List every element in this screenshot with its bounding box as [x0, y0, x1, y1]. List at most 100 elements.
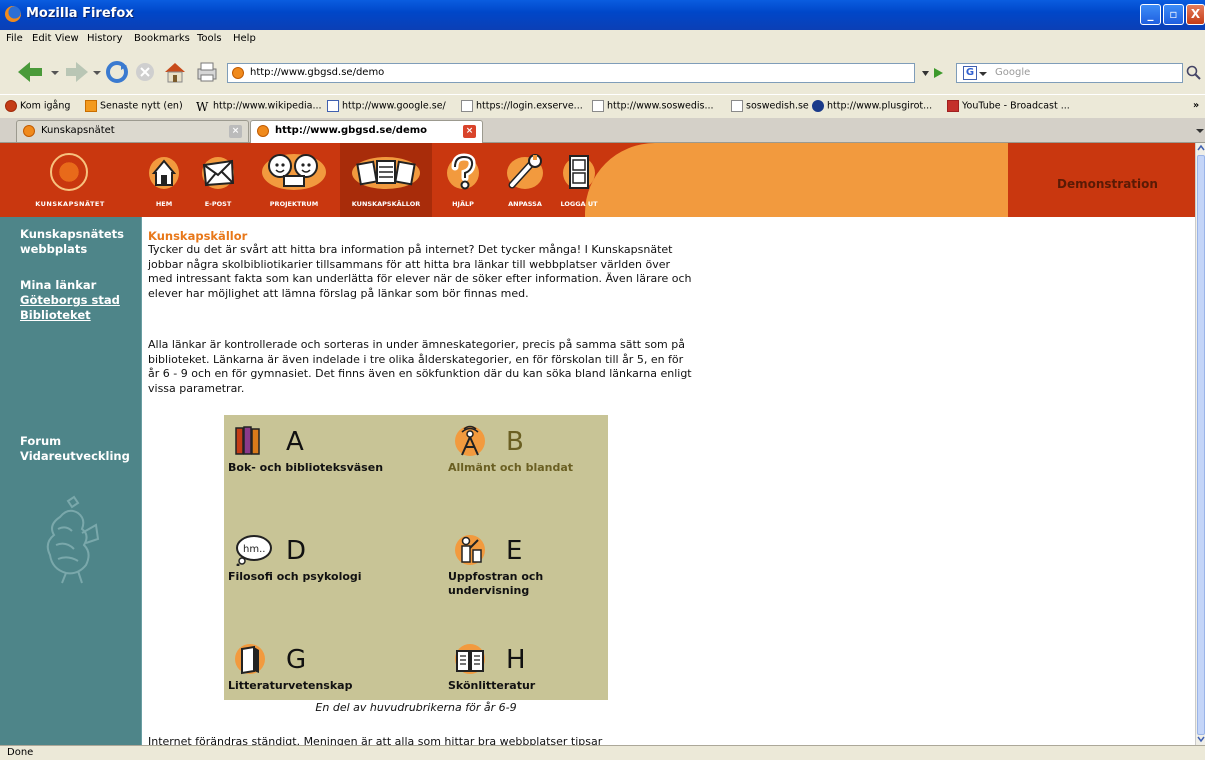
- link-goteborgs-stad[interactable]: Göteborgs stad: [20, 293, 120, 307]
- bookmark-item[interactable]: http://www.soswedis...: [592, 100, 714, 112]
- site-logo[interactable]: KUNSKAPSNÄTET: [24, 153, 116, 213]
- nav-anpassa[interactable]: ANPASSA: [502, 153, 548, 213]
- search-icon[interactable]: [1186, 65, 1202, 81]
- books-stack-icon: [352, 157, 420, 189]
- engine-dropdown-icon[interactable]: [979, 70, 987, 78]
- go-icon[interactable]: [932, 67, 944, 79]
- bookmark-item[interactable]: https://login.exserve...: [461, 100, 583, 112]
- menu-history[interactable]: History: [87, 33, 123, 44]
- tab-kunskapsnatet[interactable]: Kunskapsnätet ×: [16, 120, 249, 142]
- tab-favicon-icon: [257, 125, 269, 137]
- bookmark-item[interactable]: Senaste nytt (en): [85, 100, 183, 112]
- search-placeholder: Google: [995, 67, 1031, 78]
- nav-logga-ut[interactable]: LOGGA UT: [557, 153, 601, 213]
- category-letter: H: [506, 645, 526, 675]
- plusgirot-icon: [812, 100, 824, 112]
- bookmark-item[interactable]: http://www.plusgirot...: [812, 100, 932, 112]
- menu-edit[interactable]: Edit: [32, 33, 51, 44]
- bookmark-label: http://www.google.se/: [342, 100, 446, 112]
- url-dropdown-icon[interactable]: [921, 69, 930, 78]
- house-icon: [149, 157, 179, 189]
- antenna-icon: [455, 425, 485, 456]
- page-icon: [592, 100, 604, 112]
- nav-label: KUNSKAPSKÄLLOR: [351, 200, 421, 208]
- category-letter: A: [286, 427, 304, 457]
- google-engine-icon[interactable]: G: [963, 66, 977, 80]
- globe-icon: [50, 153, 88, 191]
- tab-list-icon[interactable]: [1196, 127, 1204, 135]
- book-open-icon: [235, 644, 265, 675]
- help-question-icon: [447, 153, 479, 190]
- search-box[interactable]: G Google: [956, 63, 1183, 83]
- bookmark-item[interactable]: http://www.google.se/: [327, 100, 446, 112]
- wikipedia-icon: W: [196, 100, 209, 114]
- people-icon: [262, 154, 326, 190]
- sidebar-forum[interactable]: Forum: [20, 434, 61, 449]
- status-bar: Done: [0, 745, 1205, 760]
- sidebar-site-link[interactable]: Kunskapsnätets webbplats: [20, 227, 135, 257]
- scroll-down-icon[interactable]: [1197, 735, 1205, 743]
- category-name: Bok- och biblioteksväsen: [228, 461, 384, 474]
- menu-help[interactable]: Help: [233, 33, 256, 44]
- window-titlebar: Mozilla Firefox _ ▫ X: [0, 0, 1205, 30]
- nav-hem[interactable]: HEM: [148, 153, 180, 213]
- closing-paragraph: Internet förändras ständigt. Meningen är…: [148, 735, 603, 745]
- forward-icon[interactable]: [64, 60, 90, 84]
- url-bar[interactable]: http://www.gbgsd.se/demo: [227, 63, 929, 83]
- envelope-icon: [202, 157, 235, 189]
- bookmarks-overflow-button[interactable]: »: [1193, 100, 1199, 111]
- menu-file[interactable]: File: [6, 33, 23, 44]
- forward-dropdown-icon[interactable]: [92, 60, 102, 84]
- stop-icon[interactable]: [134, 60, 156, 84]
- bookmark-item[interactable]: YouTube - Broadcast ...: [947, 100, 1070, 112]
- lion-emblem-icon: [46, 495, 100, 584]
- sidebar-link-library[interactable]: Biblioteket: [20, 308, 91, 323]
- vertical-scrollbar[interactable]: [1195, 143, 1205, 745]
- google-bookmark-icon: [327, 100, 339, 112]
- site-favicon-icon: [232, 67, 244, 79]
- link-biblioteket[interactable]: Biblioteket: [20, 308, 91, 322]
- reload-icon[interactable]: [105, 60, 129, 84]
- menu-bookmarks[interactable]: Bookmarks: [134, 33, 190, 44]
- bookmark-item[interactable]: Whttp://www.wikipedia...: [196, 100, 322, 114]
- scroll-up-icon[interactable]: [1197, 144, 1205, 152]
- print-icon[interactable]: [195, 60, 219, 84]
- close-button[interactable]: X: [1186, 4, 1205, 25]
- maximize-button[interactable]: ▫: [1163, 4, 1184, 25]
- scrollbar-thumb[interactable]: [1197, 155, 1205, 735]
- category-name: Uppfostran och undervisning: [448, 570, 544, 597]
- back-icon[interactable]: [14, 60, 44, 84]
- youtube-icon: [947, 100, 959, 112]
- nav-label: HJÄLP: [452, 200, 474, 208]
- tab-gbgsd-demo[interactable]: http://www.gbgsd.se/demo ×: [250, 120, 483, 143]
- nav-hjalp[interactable]: HJÄLP: [445, 153, 481, 213]
- sidebar: Kunskapsnätets webbplats Mina länkar Göt…: [0, 217, 142, 745]
- minimize-button[interactable]: _: [1140, 4, 1161, 25]
- home-icon[interactable]: [163, 60, 187, 84]
- sidebar-link-goteborg[interactable]: Göteborgs stad: [20, 293, 120, 308]
- menu-tools[interactable]: Tools: [197, 33, 222, 44]
- bookmark-item[interactable]: Kom igång: [5, 100, 70, 112]
- bookmark-item[interactable]: soswedish.se: [731, 100, 809, 112]
- menu-bar: File Edit View History Bookmarks Tools H…: [0, 30, 1205, 50]
- tab-close-icon[interactable]: ×: [229, 125, 242, 138]
- back-dropdown-icon[interactable]: [50, 60, 60, 84]
- nav-kunskapskallor[interactable]: KUNSKAPSKÄLLOR: [340, 143, 432, 217]
- sidebar-my-links-heading: Mina länkar: [20, 278, 97, 292]
- nav-projektrum[interactable]: PROJEKTRUM: [258, 153, 330, 213]
- navigation-toolbar: http://www.gbgsd.se/demo G Google: [0, 50, 1205, 94]
- bookmark-label: YouTube - Broadcast ...: [962, 100, 1070, 112]
- nav-label: HEM: [155, 200, 173, 208]
- firefox-bookmark-icon: [5, 100, 17, 112]
- door-icon: [563, 155, 595, 189]
- demo-label: Demonstration: [1057, 177, 1158, 191]
- page-icon: [461, 100, 473, 112]
- sidebar-forum-sub[interactable]: Vidareutveckling: [20, 449, 130, 464]
- tab-close-icon[interactable]: ×: [463, 125, 476, 138]
- menu-view[interactable]: View: [55, 33, 79, 44]
- categories-paragraph: Alla länkar är kontrollerade och sortera…: [148, 338, 692, 395]
- category-name: Litteraturvetenskap: [228, 679, 353, 692]
- nav-e-post[interactable]: E-POST: [200, 153, 236, 213]
- open-book-icon: [455, 644, 485, 674]
- bookmark-label: http://www.wikipedia...: [213, 100, 322, 112]
